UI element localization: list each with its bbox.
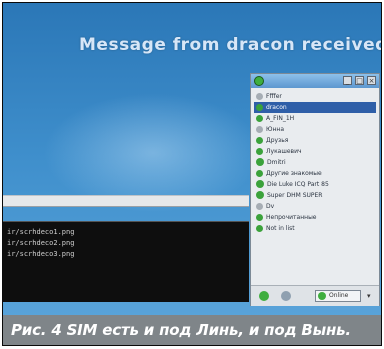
status-online-icon — [256, 136, 263, 144]
contact-name: Лукашевич — [266, 148, 302, 155]
status-online-icon — [256, 224, 263, 232]
group-name: Другие знакомые — [266, 170, 322, 177]
caption-text: Рис. 4 SIM есть и под Линь, и под Вынь. — [11, 321, 351, 339]
status-offline-icon — [256, 125, 263, 133]
contact-name: Ffffer — [266, 93, 282, 100]
status-online-icon — [256, 169, 263, 177]
minimize-icon[interactable]: _ — [343, 76, 352, 85]
status-online-icon — [256, 103, 263, 111]
status-online-icon — [256, 147, 263, 155]
contact-item[interactable]: Super DHM SUPER — [254, 190, 376, 201]
contact-group[interactable]: Not in list — [254, 223, 376, 234]
chevron-down-icon[interactable]: ▾ — [367, 292, 371, 300]
terminal-line: ir/scrhdeco2.png — [7, 239, 75, 247]
close-icon[interactable]: × — [367, 76, 376, 85]
status-online-icon — [256, 158, 264, 166]
contact-item-selected[interactable]: dracon — [254, 102, 376, 113]
status-label: Online — [329, 292, 349, 299]
status-online-icon — [256, 213, 263, 221]
roster-toolbar: Online ▾ — [251, 285, 379, 306]
status-online-icon — [256, 191, 264, 199]
group-name: Друзья — [266, 137, 289, 144]
contact-item[interactable]: Юнна — [254, 124, 376, 135]
contact-list-window[interactable]: _ □ × Ffffer dracon A_FIN_1H Юнна Друзья… — [250, 73, 380, 306]
status-offline-icon — [256, 202, 263, 210]
screenshot-area: Message from dracon received ir/scrhdeco… — [2, 2, 382, 346]
status-button[interactable]: Online — [315, 290, 361, 302]
options-icon[interactable] — [281, 291, 291, 301]
contact-group[interactable]: Непрочитанные — [254, 212, 376, 223]
terminal-line: ir/scrhdeco3.png — [7, 250, 75, 258]
contact-name: Super DHM SUPER — [267, 192, 323, 199]
figure-frame: Message from dracon received ir/scrhdeco… — [0, 0, 384, 349]
terminal-line: ir/scrhdeco1.png — [7, 228, 75, 236]
titlebar[interactable]: _ □ × — [251, 74, 379, 88]
contact-item[interactable]: A_FIN_1H — [254, 113, 376, 124]
figure-caption: Рис. 4 SIM есть и под Линь, и под Вынь. — [3, 315, 381, 345]
terminal-window[interactable]: ir/scrhdeco1.png ir/scrhdeco2.png ir/scr… — [3, 221, 249, 302]
group-name: Not in list — [266, 225, 295, 232]
contact-item[interactable]: Dv — [254, 201, 376, 212]
menu-icon[interactable] — [259, 291, 269, 301]
group-name: Непрочитанные — [266, 214, 317, 221]
status-online-icon — [256, 114, 263, 122]
contact-name: A_FIN_1H — [266, 115, 295, 122]
maximize-icon[interactable]: □ — [355, 76, 364, 85]
contact-item[interactable]: Dmitri — [254, 157, 376, 168]
contact-group[interactable]: Другие знакомые — [254, 168, 376, 179]
window-edge — [3, 195, 249, 207]
contact-item[interactable]: Die Luke ICQ Part 85 — [254, 179, 376, 190]
status-online-icon — [318, 292, 326, 300]
contact-name: Dmitri — [267, 159, 286, 166]
status-offline-icon — [256, 92, 263, 100]
osd-notification: Message from dracon received — [79, 35, 382, 55]
contact-name: Die Luke ICQ Part 85 — [267, 181, 329, 188]
status-online-icon — [256, 180, 264, 188]
contact-item[interactable]: Лукашевич — [254, 146, 376, 157]
contact-item[interactable]: Ffffer — [254, 91, 376, 102]
contact-name: Dv — [266, 203, 275, 210]
contact-name: Юнна — [266, 126, 284, 133]
contact-name: dracon — [266, 104, 287, 111]
app-logo-icon — [254, 76, 264, 86]
contact-group[interactable]: Друзья — [254, 135, 376, 146]
